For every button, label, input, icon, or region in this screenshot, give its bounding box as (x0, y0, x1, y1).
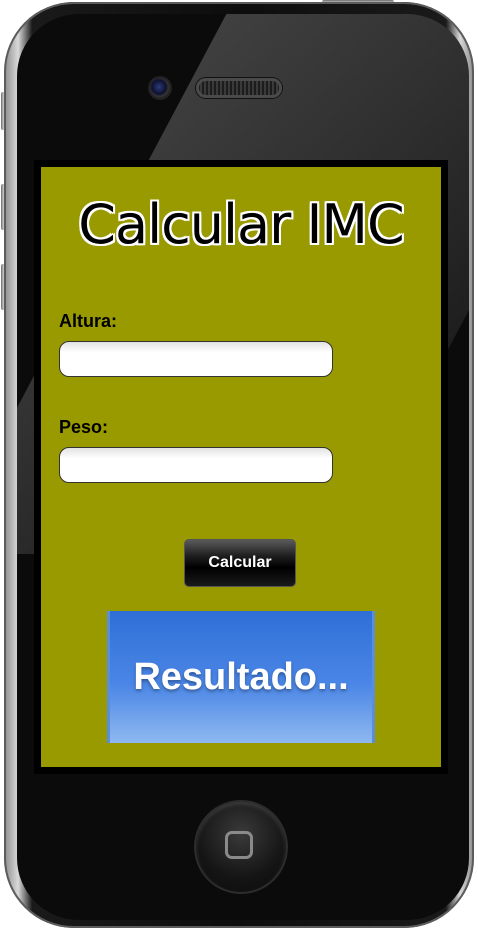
phone-mockup: Calcular IMC Altura: Peso: Calcular Resu… (0, 0, 478, 930)
result-panel: Resultado... (107, 611, 375, 743)
page-title: Calcular IMC (78, 193, 404, 256)
speaker-grille (196, 78, 282, 98)
imc-app: Calcular IMC Altura: Peso: Calcular Resu… (41, 167, 441, 767)
altura-input[interactable] (59, 341, 333, 377)
altura-label: Altura: (59, 311, 117, 331)
peso-input[interactable] (59, 447, 333, 483)
home-button[interactable] (196, 802, 286, 892)
peso-label: Peso: (59, 417, 109, 437)
home-button-icon (225, 831, 253, 859)
calculate-button[interactable]: Calcular (184, 539, 296, 587)
result-text: Resultado... (133, 655, 349, 698)
camera-icon (150, 78, 170, 98)
